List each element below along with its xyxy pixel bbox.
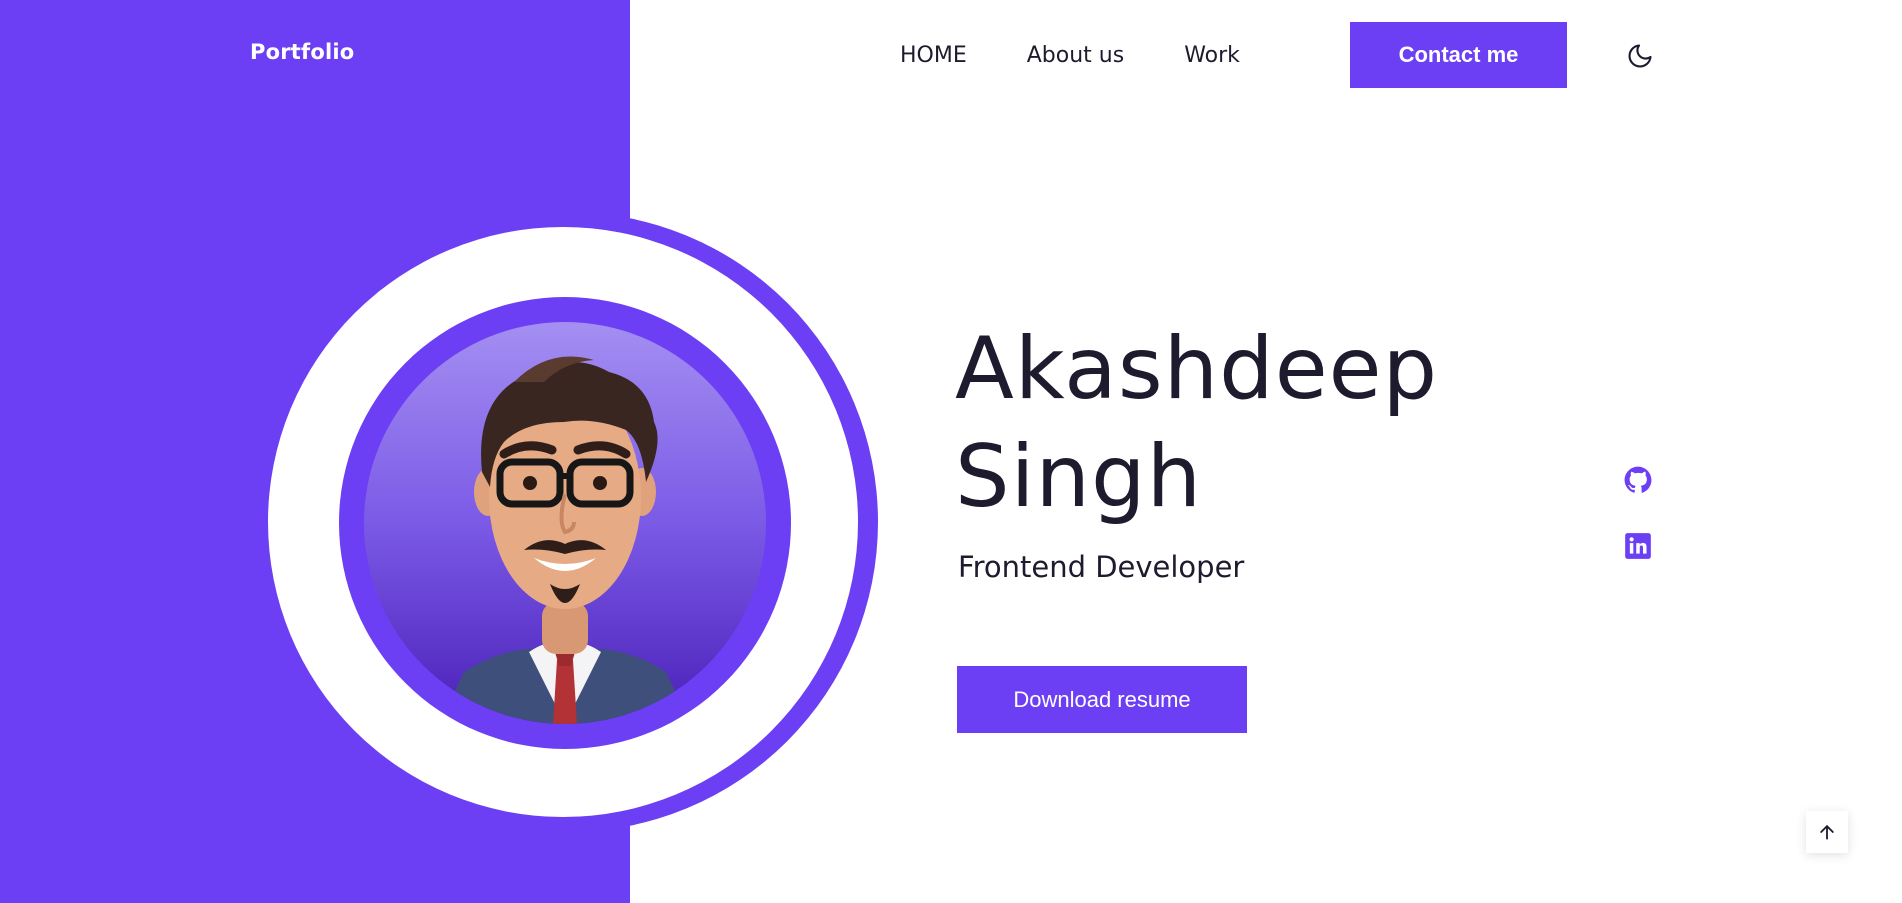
scroll-to-top-button[interactable] <box>1806 811 1848 853</box>
logo[interactable]: Portfolio <box>250 40 354 64</box>
moon-icon[interactable] <box>1626 42 1654 70</box>
hero-name-first: Akashdeep <box>955 319 1439 419</box>
linkedin-icon[interactable] <box>1624 532 1652 560</box>
nav-about-us[interactable]: About us <box>1027 43 1124 68</box>
download-resume-button[interactable]: Download resume <box>957 666 1247 733</box>
portfolio-page: Portfolio HOME About us Work Contact me <box>0 0 1902 903</box>
github-icon[interactable] <box>1624 466 1652 494</box>
hero-name-last: Singh <box>955 427 1203 527</box>
nav-work[interactable]: Work <box>1184 43 1240 68</box>
avatar-image <box>364 322 766 724</box>
hero-role: Frontend Developer <box>958 550 1245 584</box>
hero-name: Akashdeep Singh <box>955 315 1438 531</box>
arrow-up-icon <box>1820 825 1834 840</box>
main-nav: HOME About us Work <box>900 22 1300 88</box>
contact-me-button[interactable]: Contact me <box>1350 22 1567 88</box>
nav-home[interactable]: HOME <box>900 43 967 68</box>
